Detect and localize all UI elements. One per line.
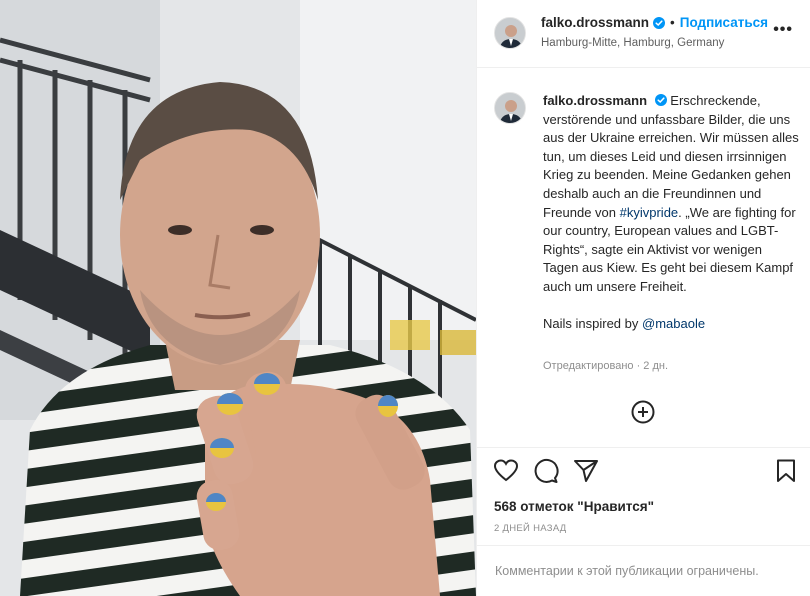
likes-count[interactable]: 568 отметок "Нравится" bbox=[494, 499, 654, 514]
post-header: falko.drossmann • Подписаться Hamburg-Mi… bbox=[477, 0, 810, 68]
edited-timestamp: Отредактировано · 2 дн. bbox=[543, 360, 669, 372]
post-caption: falko.drossmann Erschreckende, verstören… bbox=[543, 92, 799, 333]
caption-section: falko.drossmann Erschreckende, verstören… bbox=[477, 69, 810, 448]
post-photo[interactable] bbox=[0, 0, 476, 596]
action-bar bbox=[477, 452, 810, 488]
more-options-icon[interactable]: ••• bbox=[773, 22, 793, 38]
comments-restricted-text: Комментарии к этой публикации ограничены… bbox=[495, 564, 759, 578]
mention-link[interactable]: @mabaole bbox=[642, 316, 705, 331]
plus-circle-icon[interactable] bbox=[631, 400, 655, 424]
comment-icon[interactable] bbox=[533, 458, 559, 484]
header-separator: • bbox=[670, 15, 675, 30]
bookmark-icon[interactable] bbox=[773, 458, 799, 484]
caption-avatar[interactable] bbox=[494, 92, 526, 124]
heart-icon[interactable] bbox=[493, 458, 519, 484]
send-icon[interactable] bbox=[573, 458, 599, 484]
caption-username[interactable]: falko.drossmann bbox=[543, 93, 647, 108]
header-username[interactable]: falko.drossmann bbox=[541, 15, 649, 30]
post-image bbox=[0, 0, 476, 596]
caption-text-part-1: Erschreckende, verstörende und unfassbar… bbox=[543, 93, 799, 220]
verified-badge-icon bbox=[654, 94, 667, 106]
location-link[interactable]: Hamburg-Mitte, Hamburg, Germany bbox=[541, 37, 724, 49]
profile-avatar[interactable] bbox=[494, 17, 526, 49]
follow-button[interactable]: Подписаться bbox=[680, 15, 768, 30]
nails-text: Nails inspired by bbox=[543, 315, 639, 331]
post-date: 2 ДНЕЙ НАЗАД bbox=[494, 523, 567, 534]
verified-badge-icon bbox=[653, 16, 666, 29]
comments-restricted-bar: Комментарии к этой публикации ограничены… bbox=[477, 545, 810, 596]
post-details-panel: falko.drossmann • Подписаться Hamburg-Mi… bbox=[476, 0, 810, 596]
hashtag-link[interactable]: #kyivpride bbox=[620, 205, 679, 220]
